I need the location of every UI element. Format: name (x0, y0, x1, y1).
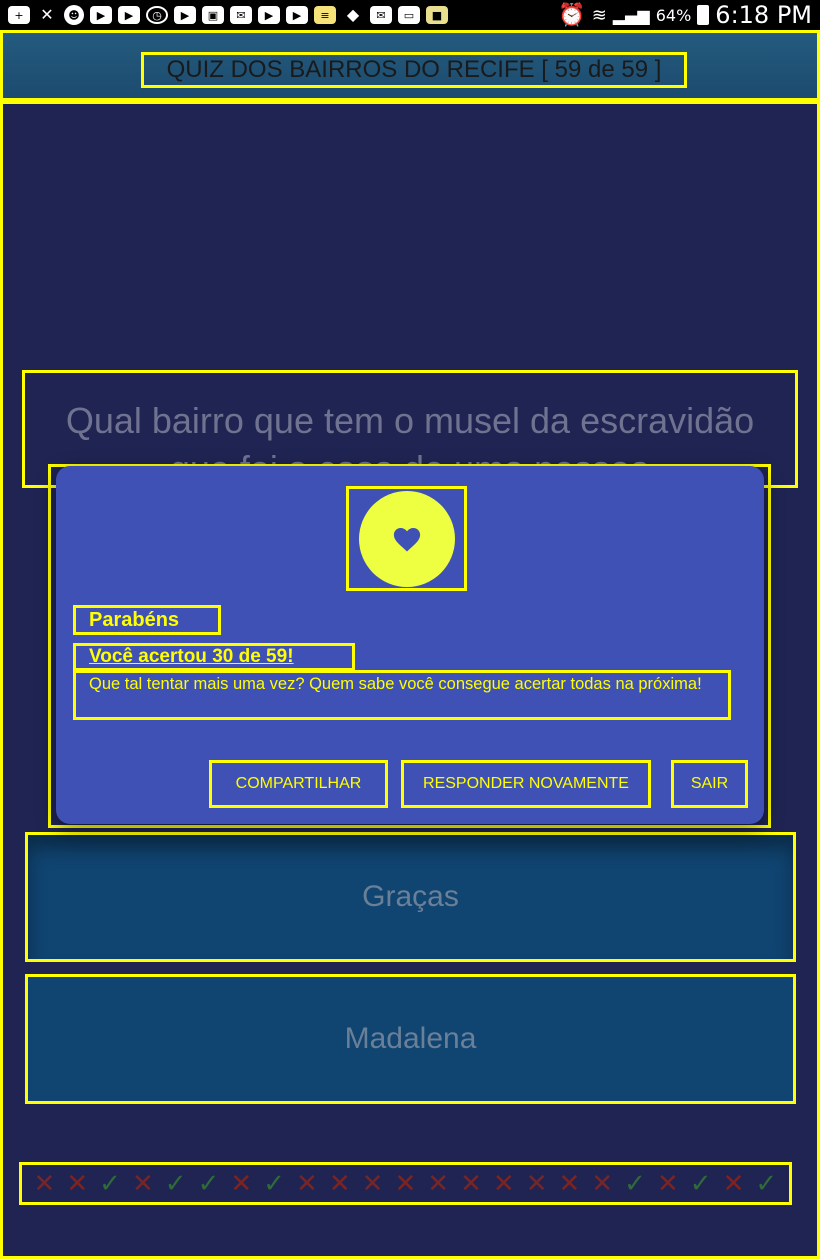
mail-icon: ✉ (370, 6, 392, 24)
dialog-title: Parabéns (73, 605, 221, 635)
wrong-mark-icon: ✕ (230, 1168, 253, 1199)
signal-icon: ▂▄▆ (612, 5, 650, 25)
video-icon: ▶ (258, 6, 280, 24)
answer-option[interactable]: Graças (25, 832, 796, 962)
page-title: QUIZ DOS BAIRROS DO RECIFE [ 59 de 59 ] (141, 52, 687, 88)
battery-percent: 64% (655, 5, 692, 25)
wrong-mark-icon: ✕ (296, 1168, 318, 1199)
correct-mark-icon: ✓ (689, 1168, 712, 1199)
app-icon: ■ (426, 6, 448, 24)
answer-option[interactable]: Madalena (25, 974, 796, 1104)
dialog-message: Que tal tentar mais uma vez? Quem sabe v… (73, 670, 731, 720)
video-icon: ▶ (118, 6, 140, 24)
wrong-mark-icon: ✕ (361, 1168, 384, 1199)
wrong-mark-icon: ✕ (558, 1168, 581, 1199)
correct-mark-icon: ✓ (197, 1168, 220, 1199)
wrong-mark-icon: ✕ (394, 1168, 417, 1199)
book-icon: ≡ (314, 6, 336, 24)
mail-icon: ✉ (230, 6, 252, 24)
wrong-mark-icon: ✕ (131, 1168, 154, 1199)
wrong-mark-icon: ✕ (525, 1168, 548, 1199)
tool-icon: ✕ (40, 5, 54, 24)
video-icon: ▶ (286, 6, 308, 24)
wrong-mark-icon: ✕ (656, 1168, 679, 1199)
laptop-icon: ▭ (398, 6, 420, 24)
video-icon: ▶ (90, 6, 112, 24)
dialog-icon (346, 486, 467, 591)
retry-button[interactable]: RESPONDER NOVAMENTE (401, 760, 651, 808)
correct-mark-icon: ✓ (263, 1168, 285, 1199)
wrong-mark-icon: ✕ (427, 1168, 450, 1199)
video-icon: ▶ (174, 6, 196, 24)
image-icon: ▣ (202, 6, 224, 24)
wifi-icon: ≋ (591, 4, 607, 26)
wrong-mark-icon: ✕ (66, 1168, 89, 1199)
wrong-mark-icon: ✕ (492, 1168, 515, 1199)
face-icon: ☻ (64, 5, 84, 25)
wrong-mark-icon: ✕ (33, 1168, 56, 1199)
answer-history: ✕ ✕ ✓ ✕ ✓ ✓ ✕ ✓ ✕ ✕ ✕ ✕ ✕ ✕ ✕ ✕ ✕ ✕ ✓ ✕ ✓ ✕ ✓ (19, 1162, 792, 1205)
wrong-mark-icon: ✕ (328, 1168, 351, 1199)
correct-mark-icon: ✓ (755, 1168, 778, 1199)
clock: 6:18 PM (715, 1, 812, 29)
heart-icon (358, 490, 455, 587)
correct-mark-icon: ✓ (624, 1168, 646, 1199)
app-header: QUIZ DOS BAIRROS DO RECIFE [ 59 de 59 ] (0, 30, 820, 101)
wrong-mark-icon: ✕ (722, 1168, 745, 1199)
add-box-icon: + (8, 6, 30, 24)
exit-button[interactable]: SAIR (671, 760, 748, 808)
battery-icon (697, 5, 710, 25)
system-icons: ⏰ ≋ ▂▄▆ 64% 6:18 PM (558, 1, 812, 29)
bell-icon: ◆ (346, 5, 360, 24)
notification-icons: + ✕ ☻ ▶ ▶ ◷ ▶ ▣ ✉ ▶ ▶ ≡ ◆ ✉ ▭ ■ (8, 5, 448, 25)
correct-mark-icon: ✓ (99, 1168, 121, 1199)
share-button[interactable]: COMPARTILHAR (209, 760, 388, 808)
correct-mark-icon: ✓ (164, 1168, 187, 1199)
alarm-clock-icon: ⏰ (558, 2, 586, 28)
wrong-mark-icon: ✕ (591, 1168, 614, 1199)
score-text: Você acertou 30 de 59! (73, 643, 355, 671)
status-bar: + ✕ ☻ ▶ ▶ ◷ ▶ ▣ ✉ ▶ ▶ ≡ ◆ ✉ ▭ ■ ⏰ ≋ ▂▄▆ … (0, 0, 820, 30)
alarm-icon: ◷ (146, 6, 168, 24)
wrong-mark-icon: ✕ (460, 1168, 482, 1199)
